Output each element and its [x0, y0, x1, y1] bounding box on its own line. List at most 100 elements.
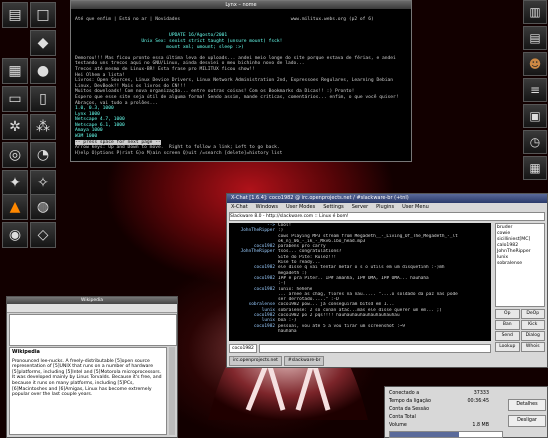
gauge-icon[interactable]: ◔ [30, 142, 56, 168]
left-dock: ▤ □ ◆ ▦ ● ▭ ▯ ✲ ⁂ ◎ ◔ ✦ ✧ ▲ ◍ ◉ ◇ [0, 0, 60, 250]
body-line: Demorou!!! Mas ficou pronto essa última … [75, 55, 396, 61]
channel-tabs: irc.openprojects.net #slackware-br [229, 356, 325, 366]
row-connected: Conectado a 37333 [389, 391, 489, 396]
tab-server[interactable]: irc.openprojects.net [229, 356, 282, 366]
dialog-button[interactable]: Dialog [520, 331, 545, 341]
menu-server[interactable]: Server [352, 203, 368, 212]
browser-link[interactable]: Netscape 4.7, 1000 [75, 117, 125, 122]
row-volume: Volume 1.8 MB [389, 423, 489, 428]
lookup-button[interactable]: Lookup [495, 342, 520, 352]
chat-text: pessoal, vou até 5 a vou tirar um screen… [278, 323, 405, 329]
monitor-icon[interactable]: ▣ [523, 104, 547, 128]
xchat-menubar: X-Chat Windows User Modes Settings Serve… [227, 203, 547, 212]
send-button[interactable]: Send [495, 331, 520, 341]
body-line: Livros: Open Sources, Linux Device Drive… [75, 78, 394, 84]
body-line: Espero que esse site seja útil de alguma… [75, 94, 399, 100]
body-line: Muitos downloads! Com nova organização..… [75, 89, 355, 95]
diamond-icon[interactable]: ◇ [30, 222, 56, 248]
browser-link[interactable]: Amaya 1000 [75, 128, 103, 133]
nick-box[interactable]: coco1982 [229, 344, 257, 353]
terminal-screen[interactable]: Até que enfim | Está no ar | Novidades w… [75, 11, 407, 159]
row-session: Conta da Sessão [389, 407, 430, 412]
terminal-icon[interactable]: ▤ [2, 2, 28, 28]
document-toolbar [7, 304, 177, 313]
menu-user-modes[interactable]: User Modes [286, 203, 315, 212]
document-heading: Wikipedia [12, 349, 40, 355]
chat-log[interactable]: --> Cool! JohnTheRipper:) cows Playing MP3 … [229, 223, 491, 341]
doom-icon[interactable]: ☻ [523, 52, 547, 76]
menu-icon[interactable]: ▥ [523, 0, 547, 24]
document-upper-pane[interactable] [9, 314, 177, 346]
body-line: testando uns trecos aqui no GNU/Linux, a… [75, 61, 305, 67]
document-text: Wikipedia Pronounced lee-nucks. A freely… [9, 347, 167, 435]
tools-icon[interactable]: ✦ [2, 170, 28, 196]
chat-text: IP# é pra Piter.. IP# amanha, IP# OMA, I… [278, 275, 429, 281]
whois-button[interactable]: Whois [520, 342, 545, 352]
menu-xchat[interactable]: X-Chat [231, 203, 248, 212]
book-icon[interactable]: ▤ [523, 26, 547, 50]
tab-channel[interactable]: #slackware-br [283, 356, 325, 366]
document-icon[interactable]: ▯ [30, 86, 56, 112]
ban-button[interactable]: Ban [495, 320, 520, 330]
lynx-terminal-window[interactable]: Lynx – nome Até que enfim | Está no ar |… [70, 0, 412, 162]
tux-icon[interactable]: ● [30, 58, 56, 84]
cpu-icon[interactable]: ▦ [523, 156, 547, 180]
menu-user-menu[interactable]: User Menu [402, 203, 429, 212]
network-icon[interactable]: ⁂ [30, 114, 56, 140]
update-line-1[interactable]: Unix Sex: sexist strict taught (unsure m… [141, 39, 282, 44]
window-icon[interactable]: □ [30, 2, 56, 28]
details-button[interactable]: Detalhes [508, 399, 546, 411]
user-list[interactable]: bruder cowie sicilliniest[MC] calo1982 JohnT… [495, 223, 545, 307]
xchat-title: X-Chat [1.6.4]: coco1982 @ irc.openproje… [227, 194, 547, 203]
wolf-icon[interactable]: ◆ [30, 30, 56, 56]
row-time: Tempo da ligação 00:36:45 [389, 399, 489, 404]
update-title[interactable]: UPDATE 16/Agosto/2001 [169, 33, 227, 38]
kick-button[interactable]: Kick [520, 320, 545, 330]
topic-field[interactable]: Slackware 8.0 - http://slackware.com :: … [229, 212, 545, 221]
terminal-title: Lynx – nome [71, 1, 411, 9]
connection-dialog[interactable]: Conectado a 37333 Tempo da ligação 00:36:4… [384, 386, 548, 438]
warning-icon[interactable]: ▲ [2, 194, 28, 220]
browser-link[interactable]: W3M 1000 [75, 134, 97, 139]
selected-prompt[interactable]: -- press space for next page -- [75, 139, 161, 145]
document-window[interactable]: Wikipedia Wikipedia Pronounced lee-nucks… [6, 296, 178, 438]
body-line: Abraços, vai tudo a prolôes... [75, 100, 158, 106]
menu-windows[interactable]: Windows [256, 203, 278, 212]
xchat-window[interactable]: X-Chat [1.6.4]: coco1982 @ irc.openproje… [226, 193, 548, 368]
eye-icon[interactable]: ◉ [2, 222, 28, 248]
wrench-icon[interactable]: ✧ [30, 170, 56, 196]
deop-button[interactable]: DeOp [520, 309, 545, 319]
clock-icon[interactable]: ◷ [523, 130, 547, 154]
menu-plugins[interactable]: Plugins [376, 203, 394, 212]
menu-settings[interactable]: Settings [323, 203, 344, 212]
browser-link[interactable]: Lynx 1000 [75, 112, 100, 117]
progress-bar [389, 431, 503, 438]
browser-link[interactable]: 1.0, 0.3, 1000 [75, 106, 114, 111]
body-line: Trecos até mesmo de Linux-BR! Esta frase… [75, 66, 255, 72]
help-line: Arrow keys: Up and Down to move. Right t… [75, 145, 280, 151]
document-window-title: Wikipedia [7, 297, 177, 304]
document-body: Pronounced lee-nucks. A freely-distribut… [12, 358, 162, 398]
row-total: Conta Total [389, 415, 416, 420]
gear-icon[interactable]: ✲ [2, 114, 28, 140]
status-line: Até que enfim | Está no ar | Novidades w… [75, 16, 374, 22]
topic-row: Slackware 8.0 - http://slackware.com :: … [227, 212, 547, 221]
user-buttons: Op DeOp Ban Kick Send Dialog Lookup Whoi… [495, 309, 545, 352]
op-button[interactable]: Op [495, 309, 520, 319]
ball-icon[interactable]: ◍ [30, 194, 56, 220]
scrollbar[interactable] [169, 347, 175, 435]
fish-icon[interactable]: ◎ [2, 142, 28, 168]
input-row: coco1982 [229, 344, 491, 353]
mixer-icon[interactable]: ≡ [523, 78, 547, 102]
user-list-item[interactable]: sobralense [497, 261, 543, 267]
message-input[interactable] [258, 344, 491, 353]
progress-fill [390, 432, 460, 437]
update-line-2[interactable]: mount xml; umount; sleep :>) [166, 45, 243, 50]
files-icon[interactable]: ▦ [2, 58, 28, 84]
chat-nick[interactable] [229, 329, 278, 334]
chat-text: hauhaha [278, 328, 297, 334]
body-line: Linux, DevBook!! Mais os livros do CN!!! [75, 83, 186, 89]
help-line: H)elp O)ptions P)rint G)o M)ain screen Q… [75, 150, 283, 156]
disconnect-button[interactable]: Desligar [508, 415, 546, 427]
folder-icon[interactable]: ▭ [2, 86, 28, 112]
